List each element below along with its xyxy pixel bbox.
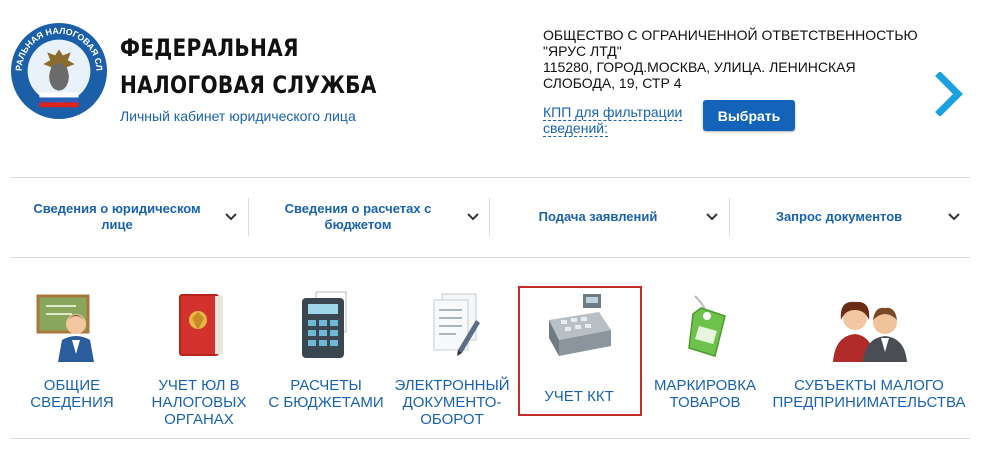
tile-label-line-1: МАРКИРОВКА <box>653 377 757 394</box>
main-nav: Сведения о юридическом лице Сведения о ра… <box>0 178 995 256</box>
tile-label: ОБЩИЕ СВЕДЕНИЯ <box>30 377 113 411</box>
tile-label-line-3: ОБОРОТ <box>420 411 484 428</box>
tile-label-line-3: ОРГАНАХ <box>164 411 234 428</box>
nav-label: Запрос документов <box>733 209 945 225</box>
chevron-down-icon <box>467 213 479 221</box>
nav-label-line-1: Подача заявлений <box>538 209 658 224</box>
green-tag-icon <box>688 295 726 357</box>
nav-label: Подача заявлений <box>493 209 703 225</box>
cash-register-icon <box>549 294 611 356</box>
tile-general-info[interactable]: ОБЩИЕ СВЕДЕНИЯ <box>12 290 132 411</box>
nav-submit-applications[interactable]: Подача заявлений <box>493 178 723 256</box>
chevron-down-icon <box>225 213 237 221</box>
tile-label-line-1: УЧЕТ ЮЛ В <box>158 377 240 394</box>
tile-label-line-2: СВЕДЕНИЯ <box>30 394 114 411</box>
tile-label-line-1: РАСЧЕТЫ <box>290 377 362 394</box>
select-button[interactable]: Выбрать <box>703 100 795 131</box>
nav-separator <box>729 198 730 236</box>
business-people-icon <box>833 301 907 362</box>
tile-label: СУБЪЕКТЫ МАЛОГО ПРЕДПРИНИМАТЕЛЬСТВА <box>773 377 966 411</box>
red-folder-icon <box>179 294 223 356</box>
tile-label-line-2: ТОВАРОВ <box>669 394 741 411</box>
nav-legal-entity-info[interactable]: Сведения о юридическом лице <box>12 178 242 256</box>
fns-logo: ФЕДЕРАЛЬНАЯ НАЛОГОВАЯ СЛУЖБА <box>10 22 108 120</box>
chevron-down-icon <box>706 213 718 221</box>
tile-budget-settlements[interactable]: РАСЧЕТЫ С БЮДЖЕТАМИ <box>262 290 390 411</box>
nav-budget-settlements[interactable]: Сведения о расчетах с бюджетом <box>252 178 484 256</box>
tile-label-line-2: ДОКУМЕНТО- <box>402 394 502 411</box>
tile-label-line-1: УЧЕТ ККТ <box>544 388 614 405</box>
nav-label: Сведения о расчетах с бюджетом <box>252 201 464 233</box>
chevron-right-icon[interactable] <box>934 72 966 116</box>
nav-label-line-1: Сведения о юридическом <box>33 201 201 216</box>
documents-pen-icon <box>433 293 480 356</box>
tile-label-line-2: ПРЕДПРИНИМАТЕЛЬСТВА <box>772 394 966 411</box>
title-line-1: ФЕДЕРАЛЬНАЯ <box>120 34 299 62</box>
tile-tax-registration[interactable]: УЧЕТ ЮЛ В НАЛОГОВЫХ ОРГАНАХ <box>138 290 260 428</box>
tile-label-line-1: СУБЪЕКТЫ МАЛОГО <box>794 377 944 394</box>
nav-label: Сведения о юридическом лице <box>12 201 222 233</box>
company-line: ОБЩЕСТВО С ОГРАНИЧЕННОЙ ОТВЕТСТВЕННОСТЬЮ <box>543 27 918 43</box>
company-line: "ЯРУС ЛТД" <box>543 43 622 59</box>
kpp-line-2: сведений: <box>543 120 608 137</box>
tile-label: РАСЧЕТЫ С БЮДЖЕТАМИ <box>268 377 383 411</box>
calculator-icon <box>302 291 347 358</box>
nav-label-line-2: лице <box>101 217 133 232</box>
tile-edo[interactable]: ЭЛЕКТРОННЫЙ ДОКУМЕНТО- ОБОРОТ <box>392 290 512 428</box>
tile-label-line-1: ЭЛЕКТРОННЫЙ <box>394 377 510 394</box>
nav-separator <box>248 198 249 236</box>
tile-label: УЧЕТ ЮЛ В НАЛОГОВЫХ ОРГАНАХ <box>152 377 247 428</box>
tile-label-line-2: С БЮДЖЕТАМИ <box>268 394 384 411</box>
nav-request-documents[interactable]: Запрос документов <box>733 178 965 256</box>
nav-label-line-2: бюджетом <box>324 217 392 232</box>
tile-label: МАРКИРОВКА ТОВАРОВ <box>654 377 756 411</box>
divider <box>10 257 970 258</box>
nav-label-line-1: Сведения о расчетах с <box>284 201 432 216</box>
company-line: 115280, ГОРОД.МОСКВА, УЛИЦА. ЛЕНИНСКАЯ <box>543 59 856 75</box>
tile-small-business[interactable]: СУБЪЕКТЫ МАЛОГО ПРЕДПРИНИМАТЕЛЬСТВА <box>768 290 970 411</box>
company-line: СЛОБОДА, 19, СТР 4 <box>543 75 682 91</box>
kpp-line-1: КПП для фильтрации <box>543 104 683 121</box>
teacher-board-icon <box>36 294 94 362</box>
chevron-down-icon <box>948 213 960 221</box>
tile-kkt-accounting[interactable]: УЧЕТ ККТ <box>519 290 639 405</box>
title-line-2: НАЛОГОВАЯ СЛУЖБА <box>120 71 377 99</box>
company-info: ОБЩЕСТВО С ОГРАНИЧЕННОЙ ОТВЕТСТВЕННОСТЬЮ… <box>543 27 943 91</box>
nav-separator <box>489 198 490 236</box>
tile-label: УЧЕТ ККТ <box>544 388 614 405</box>
page-subtitle: Личный кабинет юридического лица <box>120 108 356 124</box>
tile-label-line-1: ОБЩИЕ <box>43 377 101 394</box>
divider <box>10 438 970 439</box>
tile-label: ЭЛЕКТРОННЫЙ ДОКУМЕНТО- ОБОРОТ <box>394 377 509 428</box>
tile-goods-marking[interactable]: МАРКИРОВКА ТОВАРОВ <box>648 290 762 411</box>
page-title: ФЕДЕРАЛЬНАЯ НАЛОГОВАЯ СЛУЖБА <box>120 30 389 104</box>
kpp-filter-link[interactable]: КПП для фильтрации сведений: <box>543 104 693 137</box>
nav-label-line-1: Запрос документов <box>775 209 903 224</box>
tile-label-line-2: НАЛОГОВЫХ <box>151 394 247 411</box>
